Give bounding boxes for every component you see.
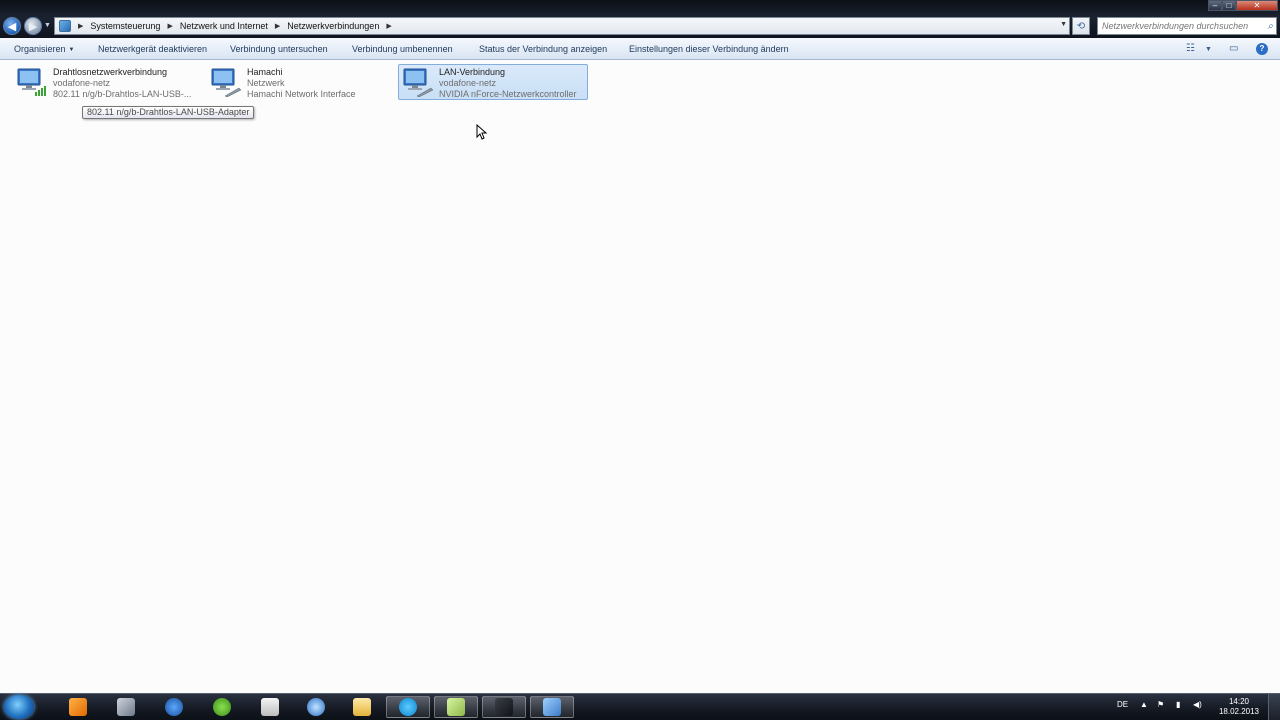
taskbar: DE ▲ ⚑ ▮ ◀) 14:20 18.02.2013 — [0, 693, 1280, 720]
taskbar-app-notes[interactable] — [434, 696, 478, 718]
connection-network: vodafone-netz — [53, 78, 111, 88]
breadcrumb-separator-icon[interactable]: ▶ — [383, 22, 394, 30]
taskbar-app-spotify[interactable] — [200, 696, 244, 718]
search-icon[interactable]: ⌕ — [1267, 21, 1273, 32]
arrow-right-icon: ▶ — [28, 20, 38, 33]
address-dropdown-icon[interactable]: ▼ — [1060, 21, 1067, 28]
forward-button[interactable]: ▶ — [24, 17, 42, 35]
breadcrumb-separator-icon[interactable]: ▶ — [272, 22, 283, 30]
show-hidden-icons-icon[interactable]: ▲ — [1140, 700, 1148, 709]
refresh-button[interactable]: ⟲ — [1072, 17, 1090, 35]
clock-date: 18.02.2013 — [1218, 707, 1260, 716]
media-player-icon — [69, 698, 87, 716]
connection-device: NVIDIA nForce-Netzwerkcontroller — [439, 89, 577, 99]
view-options-icon[interactable]: ☷ — [1186, 43, 1195, 54]
address-bar[interactable]: ▶ Systemsteuerung ▶ Netzwerk und Interne… — [54, 17, 1070, 35]
network-signal-icon[interactable]: ▮ — [1176, 700, 1180, 709]
connection-item-hamachi[interactable]: Hamachi Netzwerk Hamachi Network Interfa… — [206, 64, 396, 100]
search-input[interactable] — [1102, 21, 1252, 31]
search-box[interactable]: ⌕ — [1097, 17, 1277, 35]
taskbar-app-tool[interactable] — [482, 696, 526, 718]
reader-icon — [165, 698, 183, 716]
view-status-button[interactable]: Status der Verbindung anzeigen — [479, 44, 607, 54]
explorer-icon — [353, 698, 371, 716]
breadcrumb-systemsteuerung[interactable]: Systemsteuerung — [90, 21, 160, 31]
connection-device: Hamachi Network Interface — [247, 89, 356, 99]
taskbar-app-calculator[interactable] — [248, 696, 292, 718]
action-center-icon[interactable]: ⚑ — [1157, 700, 1164, 709]
diagnose-connection-button[interactable]: Verbindung untersuchen — [230, 44, 328, 54]
volume-icon[interactable]: ◀) — [1193, 700, 1202, 709]
connection-device: 802.11 n/g/b-Drahtlos-LAN-USB-... — [53, 89, 192, 99]
breadcrumb-separator-icon[interactable]: ▶ — [75, 22, 86, 30]
calculator-icon — [261, 698, 279, 716]
preview-pane-icon[interactable]: ▭ — [1229, 43, 1238, 54]
browser-icon — [307, 698, 325, 716]
minimize-button[interactable]: – — [1208, 0, 1222, 11]
show-desktop-button[interactable] — [1268, 694, 1280, 720]
disable-device-button[interactable]: Netzwerkgerät deaktivieren — [98, 44, 207, 54]
taskbar-app-explorer[interactable] — [340, 696, 384, 718]
connection-item-lan[interactable]: LAN-Verbindung vodafone-netz NVIDIA nFor… — [398, 64, 588, 100]
maximize-button[interactable]: □ — [1222, 0, 1236, 11]
chevron-down-icon: ▼ — [68, 47, 75, 53]
breadcrumb-netzwerk-und-internet[interactable]: Netzwerk und Internet — [180, 21, 268, 31]
connection-network: Netzwerk — [247, 78, 285, 88]
language-indicator[interactable]: DE — [1117, 700, 1128, 709]
network-adapter-icon — [403, 68, 433, 97]
connection-name: LAN-Verbindung — [439, 67, 506, 77]
connection-name: Drahtlosnetzwerkverbindung — [53, 67, 168, 77]
taskbar-app-browser[interactable] — [294, 696, 338, 718]
connection-name: Hamachi — [247, 67, 283, 77]
organize-menu[interactable]: Organisieren ▼ — [14, 44, 74, 54]
clock-time: 14:20 — [1228, 697, 1250, 706]
help-icon[interactable]: ? — [1256, 43, 1268, 55]
taskbar-app-skype[interactable] — [386, 696, 430, 718]
arrow-left-icon: ◀ — [7, 20, 17, 33]
system-clock[interactable]: 14:20 18.02.2013 — [1216, 697, 1262, 717]
connection-network: vodafone-netz — [439, 78, 497, 88]
mouse-cursor-icon — [476, 124, 488, 140]
breadcrumb-netzwerkverbindungen[interactable]: Netzwerkverbindungen — [287, 21, 379, 31]
organize-label: Organisieren — [14, 44, 66, 54]
tool-icon — [495, 698, 513, 716]
spotify-icon — [213, 698, 231, 716]
change-settings-button[interactable]: Einstellungen dieser Verbindung ändern — [629, 44, 789, 54]
recent-pages-dropdown[interactable]: ▼ — [44, 22, 52, 30]
notes-icon — [447, 698, 465, 716]
taskbar-app-network-connections[interactable] — [530, 696, 574, 718]
skype-icon — [399, 698, 417, 716]
connections-pane[interactable]: Drahtlosnetzwerkverbindung vodafone-netz… — [0, 60, 1280, 693]
back-button[interactable]: ◀ — [3, 17, 21, 35]
network-connections-icon — [543, 698, 561, 716]
rename-connection-button[interactable]: Verbindung umbenennen — [352, 44, 453, 54]
view-dropdown-icon[interactable]: ▼ — [1205, 46, 1212, 53]
taskbar-app-reader[interactable] — [152, 696, 196, 718]
device-tooltip: 802.11 n/g/b-Drahtlos-LAN-USB-Adapter — [82, 106, 255, 119]
network-adapter-icon — [211, 68, 241, 97]
command-bar: Organisieren ▼ Netzwerkgerät deaktivieren… — [0, 38, 1280, 60]
close-button[interactable]: ✕ — [1236, 0, 1278, 11]
control-panel-icon — [59, 20, 71, 32]
connection-item-wireless[interactable]: Drahtlosnetzwerkverbindung vodafone-netz… — [12, 64, 202, 100]
refresh-icon: ⟲ — [1076, 20, 1086, 32]
chat-icon — [117, 698, 135, 716]
taskbar-app-chat[interactable] — [104, 696, 148, 718]
start-button[interactable] — [4, 695, 34, 719]
breadcrumb-separator-icon[interactable]: ▶ — [164, 22, 175, 30]
window-titlebar: – □ ✕ ◀ ▶ ▼ ▶ Systemsteuerung ▶ Netzwerk… — [0, 0, 1280, 38]
taskbar-app-media-player[interactable] — [56, 696, 100, 718]
wireless-network-icon — [17, 68, 46, 96]
